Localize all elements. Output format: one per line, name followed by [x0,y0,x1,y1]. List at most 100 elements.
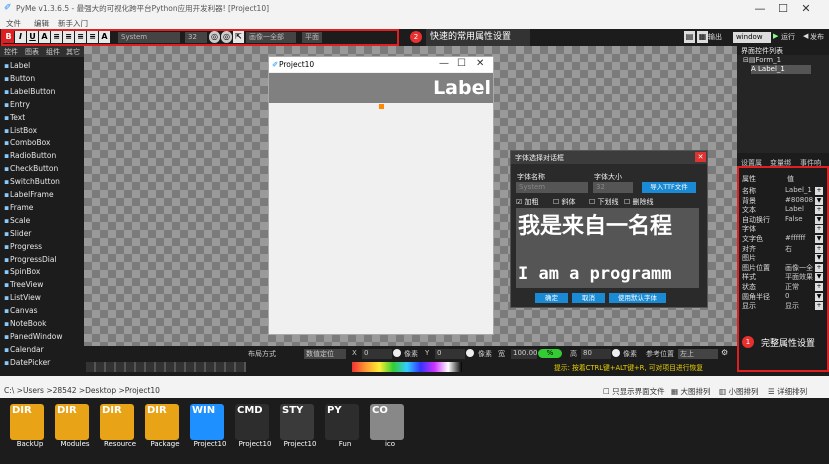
strike-button[interactable]: A [39,31,50,43]
form-close-icon[interactable]: ✕ [476,58,484,69]
settings-icon-bottom[interactable]: ⚙ [721,348,728,357]
control-item[interactable]: ▪Progress [4,242,42,251]
dialog-close-icon[interactable]: ✕ [695,152,706,162]
crop-icon[interactable]: ⇱ [233,31,244,43]
underline-button[interactable]: U [27,31,38,43]
run-icon[interactable]: ▶ [773,32,778,40]
form-label[interactable]: Label [269,73,493,103]
prop-edit-icon[interactable]: ▼ [815,273,823,282]
publish-button[interactable]: 发布 [810,32,824,42]
ref-select[interactable]: 左上 [678,349,718,359]
file-item[interactable]: CO ico [368,404,408,448]
prop-value[interactable]: 0 [785,292,815,300]
tab-charts[interactable]: 图表 [25,47,39,57]
view-icon[interactable]: ▤ [684,31,695,43]
bold-checkbox[interactable]: ☑ 加粗 [516,197,539,207]
tab-components[interactable]: 组件 [46,47,60,57]
control-item[interactable]: ▪Canvas [4,306,38,315]
style-select[interactable]: 平面 [302,32,322,43]
file-item[interactable]: DIR Modules [53,404,93,448]
align-left-icon[interactable]: ≡ [51,31,62,43]
settings-icon[interactable]: ◎ [221,31,232,43]
prop-edit-icon[interactable]: + [815,283,823,291]
shape-tools[interactable] [86,362,246,372]
control-item[interactable]: ▪ListBox [4,126,37,135]
cancel-button[interactable]: 取消 [572,293,605,303]
control-item[interactable]: ▪NoteBook [4,319,46,328]
h-input[interactable]: 80 [581,349,611,359]
prop-edit-icon[interactable]: + [815,206,823,215]
output-button[interactable]: 输出 [708,32,722,42]
prop-value[interactable]: 右 [785,244,815,254]
w-input[interactable]: 100.00 [511,349,538,359]
prop-value[interactable]: #80808 [785,196,815,204]
file-item[interactable]: WIN Project10 [188,404,228,448]
size-select[interactable]: 32 [185,32,207,43]
file-item[interactable]: PY Fun [323,404,363,448]
text-color-icon[interactable]: A [99,31,110,43]
file-item[interactable]: DIR Package [143,404,183,448]
layout-select[interactable]: 数值定位 [304,349,346,359]
default-font-button[interactable]: 使用默认字体 [609,293,666,303]
prop-edit-icon[interactable]: ▼ [815,196,823,205]
h-toggle[interactable] [612,349,620,357]
control-item[interactable]: ▪CheckButton [4,164,58,173]
control-item[interactable]: ▪RadioButton [4,151,56,160]
file-item[interactable]: STY Project10 [278,404,318,448]
run-button[interactable]: 运行 [781,32,795,42]
resize-handle[interactable] [379,104,384,109]
close-icon[interactable]: ✕ [783,0,829,17]
prop-edit-icon[interactable]: + [815,187,823,195]
color-palette[interactable] [352,362,462,372]
file-item[interactable]: CMD Project10 [233,404,273,448]
align-right-icon[interactable]: ≡ [75,31,86,43]
prop-value[interactable]: 正常 [785,282,815,292]
only-ui-checkbox[interactable]: ☐ 只显示界面文件 [603,386,665,397]
strike-checkbox[interactable]: ☐ 删除线 [624,197,654,207]
control-item[interactable]: ▪Frame [4,203,33,212]
control-item[interactable]: ▪ListView [4,293,41,302]
font-name-select[interactable]: System [516,182,588,193]
x-toggle[interactable] [393,349,401,357]
control-item[interactable]: ▪DatePicker [4,358,50,367]
detail-button[interactable]: ☰ 详细排列 [768,386,807,397]
justify-icon[interactable]: ≡ [87,31,98,43]
prop-edit-icon[interactable]: + [815,302,823,311]
control-item[interactable]: ▪Button [4,74,35,83]
path-text[interactable]: C:\ >Users >28542 >Desktop >Project10 [4,386,160,395]
ok-button[interactable]: 确定 [535,293,568,303]
control-item[interactable]: ▪LabelButton [4,87,55,96]
prop-value[interactable]: Label [785,205,815,213]
prop-value[interactable]: Label_1 [785,186,815,194]
control-item[interactable]: ▪LabelFrame [4,190,54,199]
align-center-icon[interactable]: ≡ [63,31,74,43]
window-select[interactable]: window [733,32,771,43]
big-icon-button[interactable]: ▦ 大图排列 [671,386,710,397]
tab-controls[interactable]: 控件 [4,47,18,57]
design-form[interactable]: ✐ Project10 — ☐ ✕ Label [268,56,494,335]
w-unit-toggle[interactable]: % [538,349,562,358]
y-input[interactable]: 0 [435,349,465,359]
prop-edit-icon[interactable]: + [815,244,823,253]
control-item[interactable]: ▪Scale [4,216,30,225]
underline-checkbox[interactable]: ☐ 下划线 [589,197,619,207]
prop-value[interactable]: False [785,215,815,223]
form-max-icon[interactable]: ☐ [457,58,466,69]
menu-guide[interactable]: 新手入门 [58,18,88,29]
control-item[interactable]: ▪TreeView [4,280,43,289]
grid-icon[interactable]: ▦ [697,31,708,43]
prop-value[interactable]: 平面效果 [785,272,815,282]
publish-icon[interactable]: ◀ [803,32,808,40]
menu-file[interactable]: 文件 [6,18,21,29]
control-item[interactable]: ▪ComboBox [4,138,50,147]
control-item[interactable]: ▪SpinBox [4,267,40,276]
small-icon-button[interactable]: ▥ 小图排列 [719,386,758,397]
x-input[interactable]: 0 [362,349,392,359]
prop-value[interactable]: 显示 [785,301,815,311]
prop-edit-icon[interactable]: ▼ [815,254,823,263]
control-item[interactable]: ▪PanedWindow [4,332,62,341]
image-icon[interactable]: ◎ [209,31,220,43]
tab-other[interactable]: 其它 [66,47,80,57]
file-item[interactable]: DIR BackUp [8,404,48,448]
control-item[interactable]: ▪Label [4,61,30,70]
